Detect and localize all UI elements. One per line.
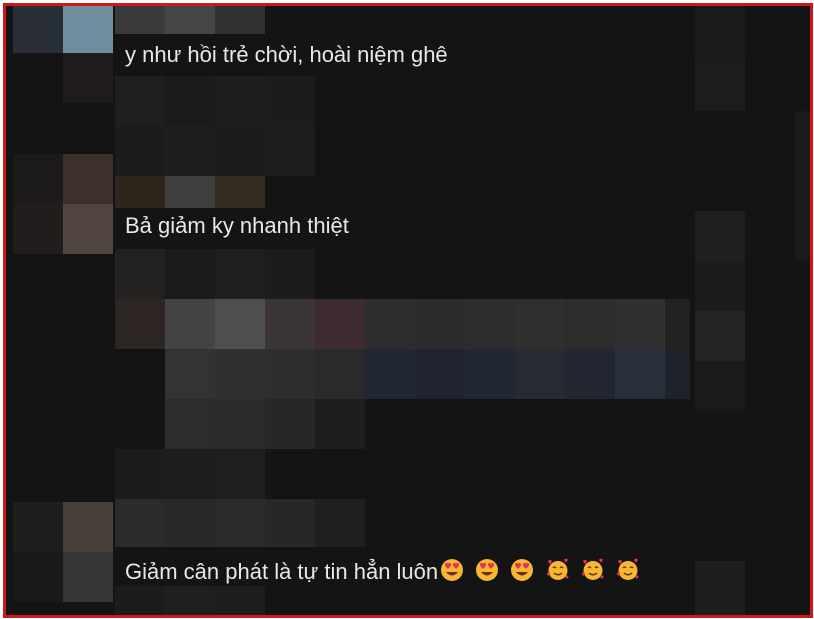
- heart-eyes-emoji: [441, 559, 464, 581]
- comment-text: y như hồi trẻ chời, hoài niệm ghê: [125, 42, 448, 67]
- smiling-face-with-hearts-emoji: [581, 558, 604, 580]
- heart-eyes-emoji: [476, 559, 499, 581]
- comment-text: Bả giảm ky nhanh thiệt: [125, 213, 349, 238]
- emoji-row: [440, 558, 645, 585]
- screenshot-frame: y như hồi trẻ chời, hoài niệm ghê Bả giả…: [3, 3, 813, 618]
- comment-text: Giảm cân phát là tự tin hẳn luôn: [125, 559, 439, 584]
- comment-row: Giảm cân phát là tự tin hẳn luôn: [125, 558, 645, 585]
- smiling-face-with-hearts-emoji: [616, 558, 639, 580]
- heart-eyes-emoji: [511, 559, 534, 581]
- smiling-face-with-hearts-emoji: [546, 558, 568, 580]
